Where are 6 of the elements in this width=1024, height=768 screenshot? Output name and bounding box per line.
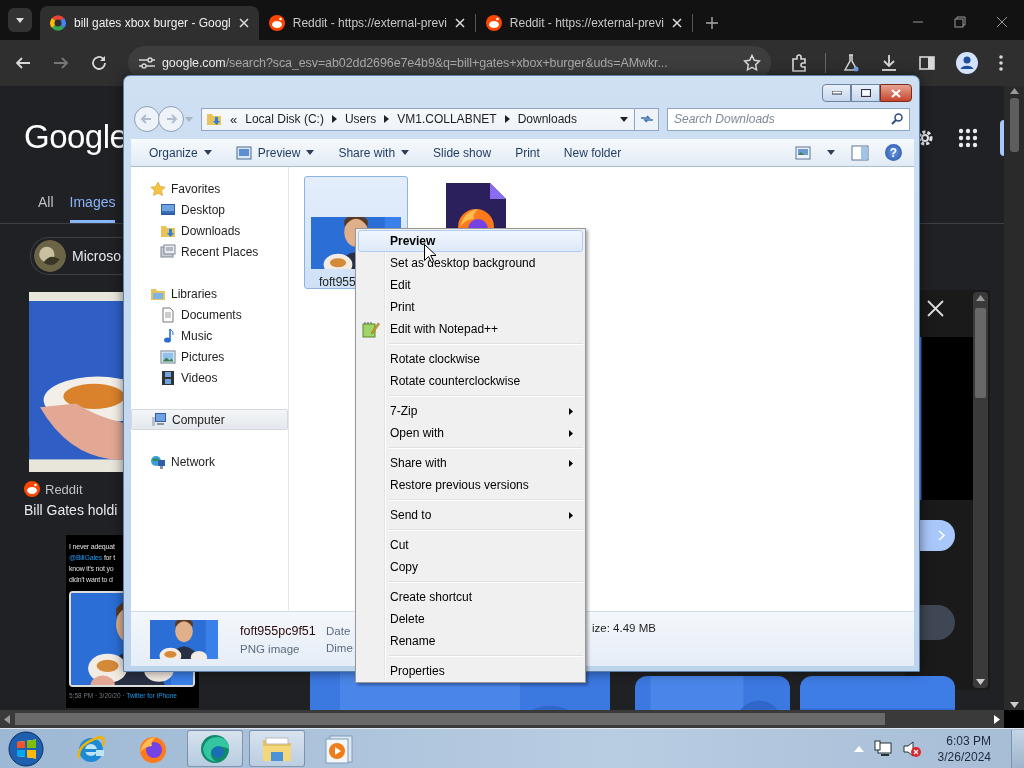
detail-label: Dime (326, 641, 354, 654)
file-type: PNG image (240, 642, 301, 655)
result-source: Reddit (45, 481, 83, 497)
file-size: ize: 4.49 MB (592, 622, 656, 634)
file-name: foft955pc9f51 (240, 623, 317, 638)
detail-label: Date (326, 624, 352, 637)
